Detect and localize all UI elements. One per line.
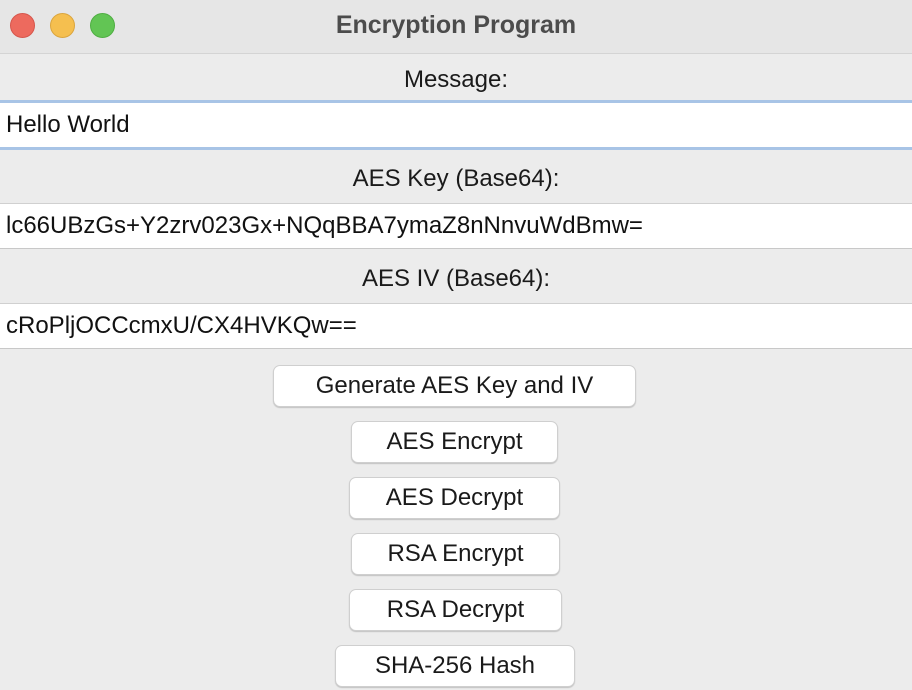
rsa-encrypt-button[interactable]: RSA Encrypt — [351, 533, 560, 575]
aes-key-label: AES Key (Base64): — [352, 165, 560, 192]
title-bar: Encryption Program — [0, 0, 912, 54]
aes-key-input[interactable]: lc66UBzGs+Y2zrv023Gx+NQqBBA7ymaZ8nNnvuWd… — [0, 203, 912, 249]
message-label: Message: — [403, 66, 509, 93]
message-input[interactable]: Hello World — [0, 100, 912, 150]
sha256-hash-button[interactable]: SHA-256 Hash — [335, 645, 575, 687]
aes-iv-input[interactable]: cRoPljOCCcmxU/CX4HVKQw== — [0, 303, 912, 349]
aes-encrypt-button[interactable]: AES Encrypt — [351, 421, 558, 463]
aes-decrypt-button[interactable]: AES Decrypt — [349, 477, 560, 519]
app-window: Encryption Program Message: Hello World … — [0, 0, 912, 690]
aes-iv-label: AES IV (Base64): — [361, 265, 551, 292]
window-title: Encryption Program — [335, 11, 577, 39]
generate-aes-key-iv-button[interactable]: Generate AES Key and IV — [273, 365, 636, 407]
rsa-decrypt-button[interactable]: RSA Decrypt — [349, 589, 562, 631]
